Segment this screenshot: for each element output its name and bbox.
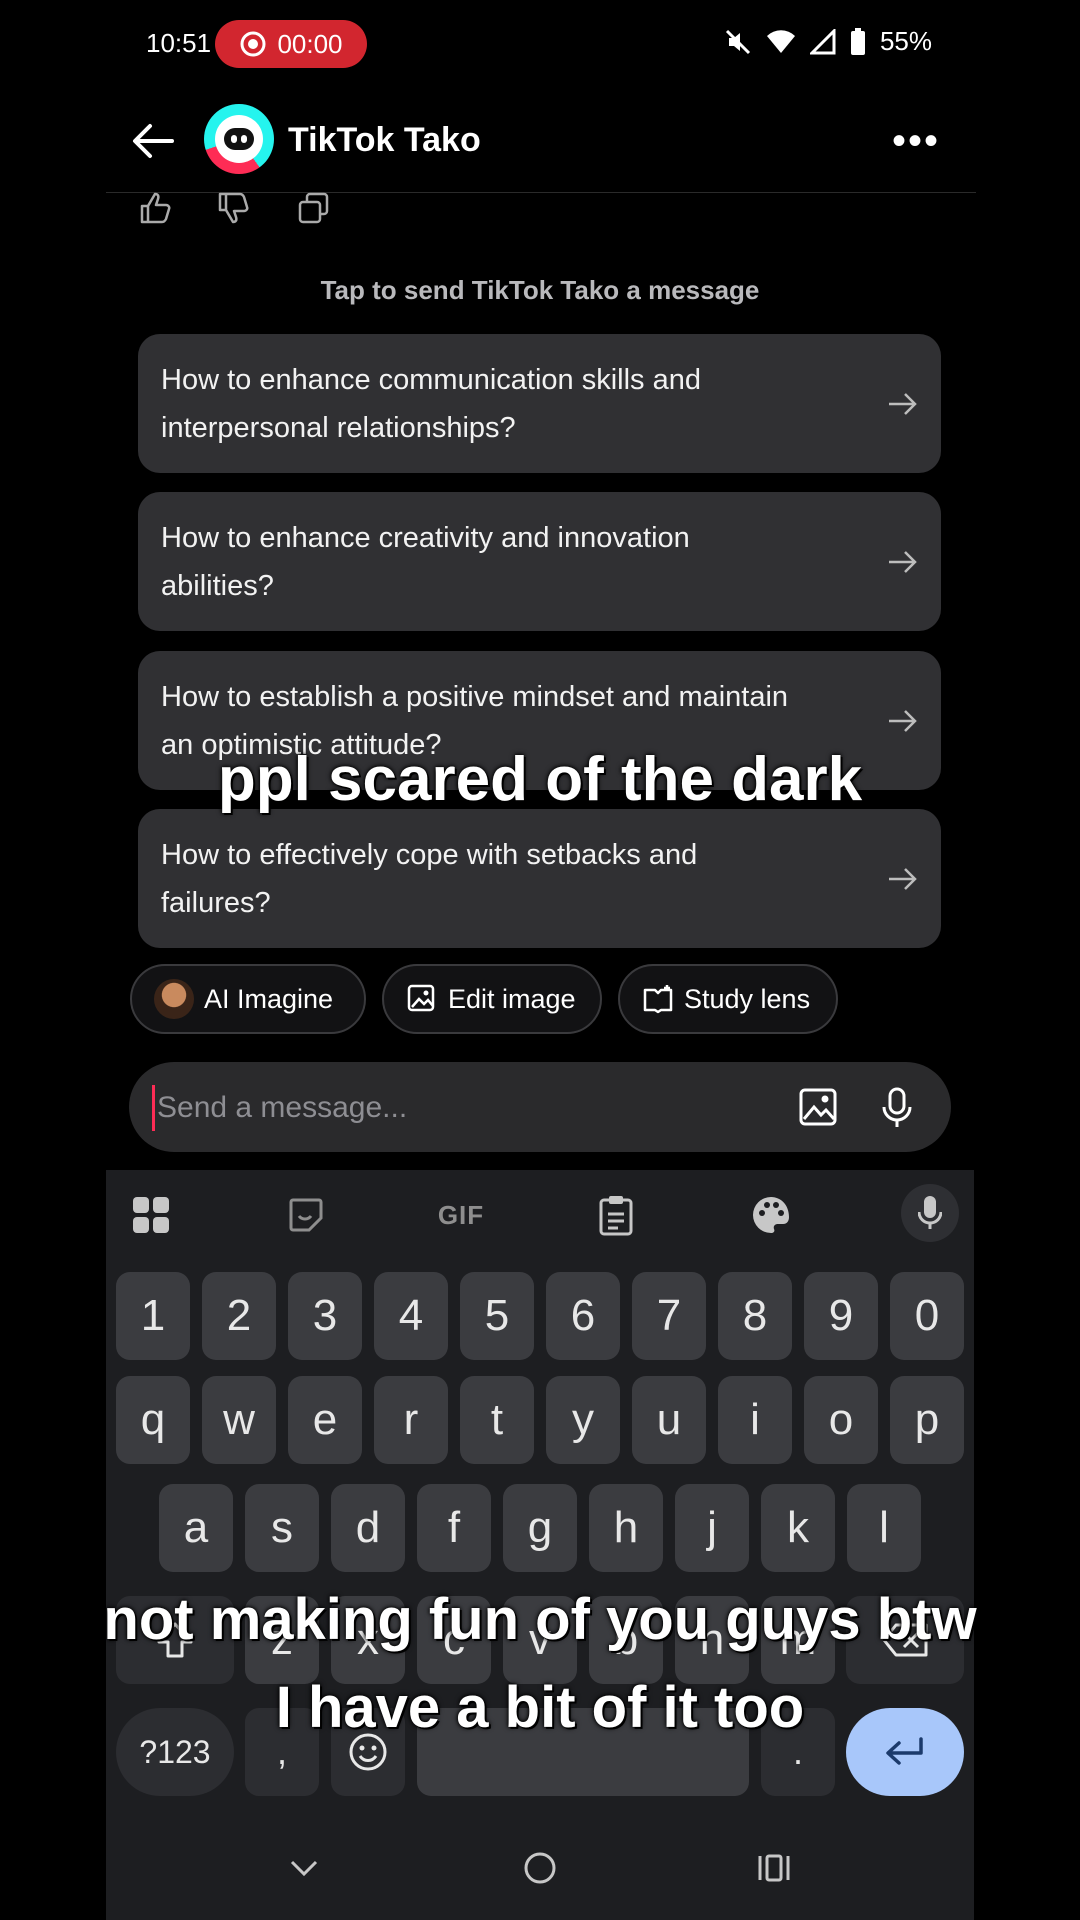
key-7[interactable]: 7 (632, 1272, 706, 1360)
image-upload-icon[interactable] (798, 1087, 838, 1127)
chip-label: Study lens (684, 983, 811, 1014)
thumbs-down-icon[interactable] (216, 190, 252, 226)
key-h[interactable]: h (589, 1484, 663, 1572)
key-2[interactable]: 2 (202, 1272, 276, 1360)
home-icon[interactable] (522, 1850, 558, 1886)
page-title: TikTok Tako (288, 121, 481, 159)
wifi-icon (766, 29, 795, 53)
key-q[interactable]: q (116, 1376, 190, 1464)
edit-image-chip[interactable]: Edit image (382, 964, 602, 1034)
key-t[interactable]: t (460, 1376, 534, 1464)
back-button[interactable] (130, 118, 176, 164)
key-w[interactable]: w (202, 1376, 276, 1464)
key-l[interactable]: l (847, 1484, 921, 1572)
arrow-right-icon (889, 867, 917, 890)
battery-icon (850, 27, 865, 55)
status-time: 10:51 (146, 28, 212, 58)
video-caption-line1: not making fun of you guys btw (103, 1587, 977, 1652)
tap-to-send-hint: Tap to send TikTok Tako a message (320, 275, 760, 305)
key-s[interactable]: s (245, 1484, 319, 1572)
key-9[interactable]: 9 (804, 1272, 878, 1360)
key-r[interactable]: r (374, 1376, 448, 1464)
key-o[interactable]: o (804, 1376, 878, 1464)
study-lens-chip[interactable]: Study lens (618, 964, 838, 1034)
key-i[interactable]: i (718, 1376, 792, 1464)
mute-icon (725, 29, 751, 54)
ai-imagine-chip[interactable]: AI Imagine (130, 964, 366, 1034)
gif-button[interactable]: GIF (434, 1188, 488, 1242)
key-a[interactable]: a (159, 1484, 233, 1572)
chip-label: AI Imagine (204, 983, 334, 1014)
study-lens-icon (643, 985, 673, 1014)
suggestion-card[interactable]: How to enhance creativity and innovation… (138, 492, 941, 631)
screen-record-indicator[interactable]: 00:00 (215, 20, 367, 68)
signal-icon (809, 28, 836, 54)
message-input[interactable] (152, 1085, 759, 1131)
palette-icon[interactable] (744, 1188, 798, 1242)
key-e[interactable]: e (288, 1376, 362, 1464)
key-p[interactable]: p (890, 1376, 964, 1464)
key-j[interactable]: j (675, 1484, 749, 1572)
sticker-icon[interactable] (279, 1188, 333, 1242)
key-4[interactable]: 4 (374, 1272, 448, 1360)
suggestion-text: How to enhance creativity and innovation… (161, 521, 690, 602)
record-timer: 00:00 (277, 28, 343, 59)
key-1[interactable]: 1 (116, 1272, 190, 1360)
key-g[interactable]: g (503, 1484, 577, 1572)
key-k[interactable]: k (761, 1484, 835, 1572)
key-8[interactable]: 8 (718, 1272, 792, 1360)
chip-label: Edit image (448, 983, 576, 1014)
arrow-right-icon (889, 709, 917, 732)
recents-icon[interactable] (756, 1850, 792, 1886)
key-y[interactable]: y (546, 1376, 620, 1464)
suggestion-card[interactable]: How to effectively cope with setbacks an… (138, 809, 941, 948)
copy-icon[interactable] (296, 190, 332, 226)
battery-level: 55% (879, 26, 932, 56)
key-5[interactable]: 5 (460, 1272, 534, 1360)
suggestion-text: How to effectively cope with setbacks an… (161, 838, 698, 919)
keyboard-mic-icon[interactable] (901, 1184, 959, 1242)
key-0[interactable]: 0 (890, 1272, 964, 1360)
microphone-icon[interactable] (880, 1087, 914, 1129)
video-caption-line2: I have a bit of it too (275, 1675, 805, 1740)
apps-icon[interactable] (124, 1188, 178, 1242)
key-3[interactable]: 3 (288, 1272, 362, 1360)
key-6[interactable]: 6 (546, 1272, 620, 1360)
key-f[interactable]: f (417, 1484, 491, 1572)
arrow-right-icon (889, 550, 917, 573)
thumbs-up-icon[interactable] (138, 190, 174, 226)
tako-logo (204, 104, 274, 174)
edit-image-icon (407, 984, 435, 1012)
arrow-right-icon (889, 392, 917, 415)
key-d[interactable]: d (331, 1484, 405, 1572)
avatar-icon (154, 979, 194, 1019)
hide-keyboard-icon[interactable] (286, 1850, 322, 1886)
video-caption-top: ppl scared of the dark (217, 745, 863, 814)
suggestion-text: How to enhance communication skills and … (161, 363, 701, 444)
status-icons: 55% (724, 26, 932, 57)
clipboard-icon[interactable] (589, 1188, 643, 1242)
key-u[interactable]: u (632, 1376, 706, 1464)
suggestion-card[interactable]: How to enhance communication skills and … (138, 334, 941, 473)
more-options-button[interactable]: ••• (892, 121, 940, 161)
record-icon (240, 31, 266, 57)
